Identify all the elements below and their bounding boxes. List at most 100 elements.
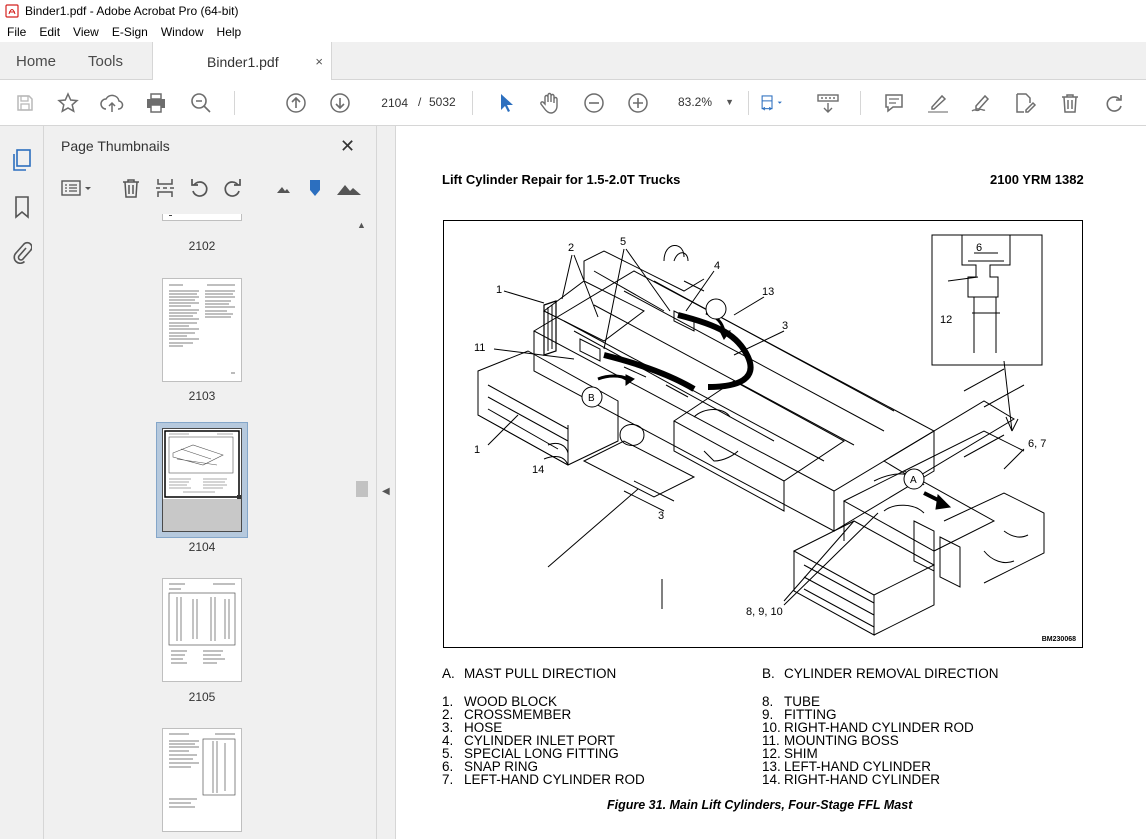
callout-label: 11 [474,342,485,354]
legend-text: RIGHT-HAND CYLINDER [784,772,941,787]
delete-icon[interactable] [1058,91,1082,115]
menu-view[interactable]: View [66,25,105,39]
zoom-level-select[interactable]: 83.2% ▼ [668,90,742,115]
tab-home[interactable]: Home [16,42,56,80]
comment-icon[interactable] [882,91,906,115]
panel-title: Page Thumbnails [61,138,170,154]
panel-splitter[interactable]: ◀ [376,126,396,839]
callout-label: 13 [762,286,774,298]
legend-text: CYLINDER REMOVAL DIRECTION [784,666,999,681]
acrobat-logo-icon [5,4,19,18]
callout-label: A [910,475,917,486]
legend-right: B. CYLINDER REMOVAL DIRECTION 8. TUBE 9. FI… [762,666,999,787]
callout-label: 5 [620,236,626,248]
rotate-left-icon[interactable] [188,176,210,200]
document-view[interactable]: Lift Cylinder Repair for 1.5-2.0T Trucks… [396,126,1146,839]
edit-pdf-icon[interactable] [1014,91,1038,115]
zoom-in-icon[interactable] [626,91,650,115]
zoom-out-icon[interactable] [582,91,606,115]
main-toolbar: 2104 / 5032 83.2% ▼ [0,80,1146,126]
callout-label: 8, 9, 10 [746,606,783,618]
rotate-right-icon[interactable] [222,176,244,200]
figure-id: BM230068 [1041,636,1076,643]
legend-left: A. MAST PULL DIRECTION 1. WOOD BLOCK 2. CRO… [442,666,645,787]
document-header-code: 2100 YRM 1382 [990,172,1084,187]
save-icon[interactable] [13,91,37,115]
menu-help[interactable]: Help [210,25,248,39]
extract-pages-icon[interactable] [154,176,176,200]
collapse-panel-icon[interactable]: ◀ [382,486,390,497]
callout-label: 4 [714,260,720,272]
page-thumbnails-icon[interactable] [9,147,35,173]
legend-num: A. [442,666,455,681]
callout-label: 3 [782,320,788,332]
attachments-icon[interactable] [9,239,35,265]
tab-document[interactable]: Binder1.pdf × [152,42,332,81]
thumbnail-label: 2105 [188,690,216,704]
fit-page-icon[interactable] [760,91,784,115]
thumbnail-list: 2102 2103 2104 2105 [44,214,354,839]
callout-label: 12 [940,314,952,326]
callout-label: 1 [474,444,480,456]
document-header-title: Lift Cylinder Repair for 1.5-2.0T Trucks [442,172,681,187]
menu-file[interactable]: File [0,25,32,39]
zoom-level-value: 83.2% [678,95,713,109]
bookmarks-icon[interactable] [9,194,35,220]
thumbnail-small-icon[interactable] [272,176,294,200]
legend-row [442,680,645,695]
legend-num: B. [762,666,775,681]
page-thumbnail[interactable] [162,278,242,382]
tab-tools[interactable]: Tools [88,42,123,80]
bookmark-star-icon[interactable] [56,91,80,115]
print-icon[interactable] [144,91,168,115]
legend-row: A. MAST PULL DIRECTION [442,666,645,681]
menu-edit[interactable]: Edit [32,25,66,39]
thumbnail-toolbar [44,174,364,204]
sign-icon[interactable] [970,91,994,115]
legend-row: B. CYLINDER REMOVAL DIRECTION [762,666,999,681]
toolbar-separator [748,91,749,115]
options-menu-icon[interactable] [60,176,94,200]
hand-icon[interactable] [538,91,562,115]
select-cursor-icon[interactable] [494,91,518,115]
rotate-icon[interactable] [1102,91,1126,115]
highlight-icon[interactable] [926,91,950,115]
page-thumbnail[interactable] [162,728,242,832]
thumbnail-scrollbar[interactable]: ▲ [354,214,372,839]
close-panel-icon[interactable]: ✕ [340,136,355,157]
next-page-icon[interactable] [328,91,352,115]
callout-label: 6 [976,242,982,254]
thumbnail-size-slider[interactable] [304,176,326,200]
scroll-up-icon[interactable]: ▲ [357,220,366,230]
menu-bar: File Edit View E-Sign Window Help [0,22,1146,42]
page-thumbnail[interactable] [162,214,242,221]
thumbnail-large-icon[interactable] [336,176,362,200]
figure-callouts: 1 2 5 4 13 3 11 B 1 14 3 6 12 A 6, 7 8, … [474,236,1046,618]
thumbnail-label: 2104 [188,540,216,554]
page-thumbnail[interactable] [162,578,242,682]
page-thumbnail[interactable] [162,428,242,532]
prev-page-icon[interactable] [284,91,308,115]
callout-label: B [588,393,595,404]
legend-row: 7. LEFT-HAND CYLINDER ROD [442,772,645,787]
toolbar-separator [860,91,861,115]
thumbnail-panel: Page Thumbnails ✕ 2102 2103 2104 2105 ▲ [44,126,376,839]
page-number-input[interactable]: 2104 [371,90,413,115]
legend-text: LEFT-HAND CYLINDER ROD [464,772,645,787]
title-bar: Binder1.pdf - Adobe Acrobat Pro (64-bit) [0,0,1146,22]
scrollbar-thumb[interactable] [356,481,368,497]
callout-label: 14 [532,464,544,476]
find-icon[interactable] [189,91,213,115]
scroll-mode-icon[interactable] [816,91,840,115]
delete-pages-icon[interactable] [120,176,142,200]
menu-window[interactable]: Window [154,25,210,39]
thumbnail-label: 2103 [188,389,216,403]
callout-label: 2 [568,242,574,254]
callout-label: 1 [496,284,502,296]
tab-bar: Home Tools Binder1.pdf × [0,42,1146,81]
menu-esign[interactable]: E-Sign [105,25,154,39]
page-total: 5032 [429,95,456,109]
legend-num: 7. [442,772,454,787]
upload-icon[interactable] [100,91,124,115]
close-tab-icon[interactable]: × [315,54,323,69]
